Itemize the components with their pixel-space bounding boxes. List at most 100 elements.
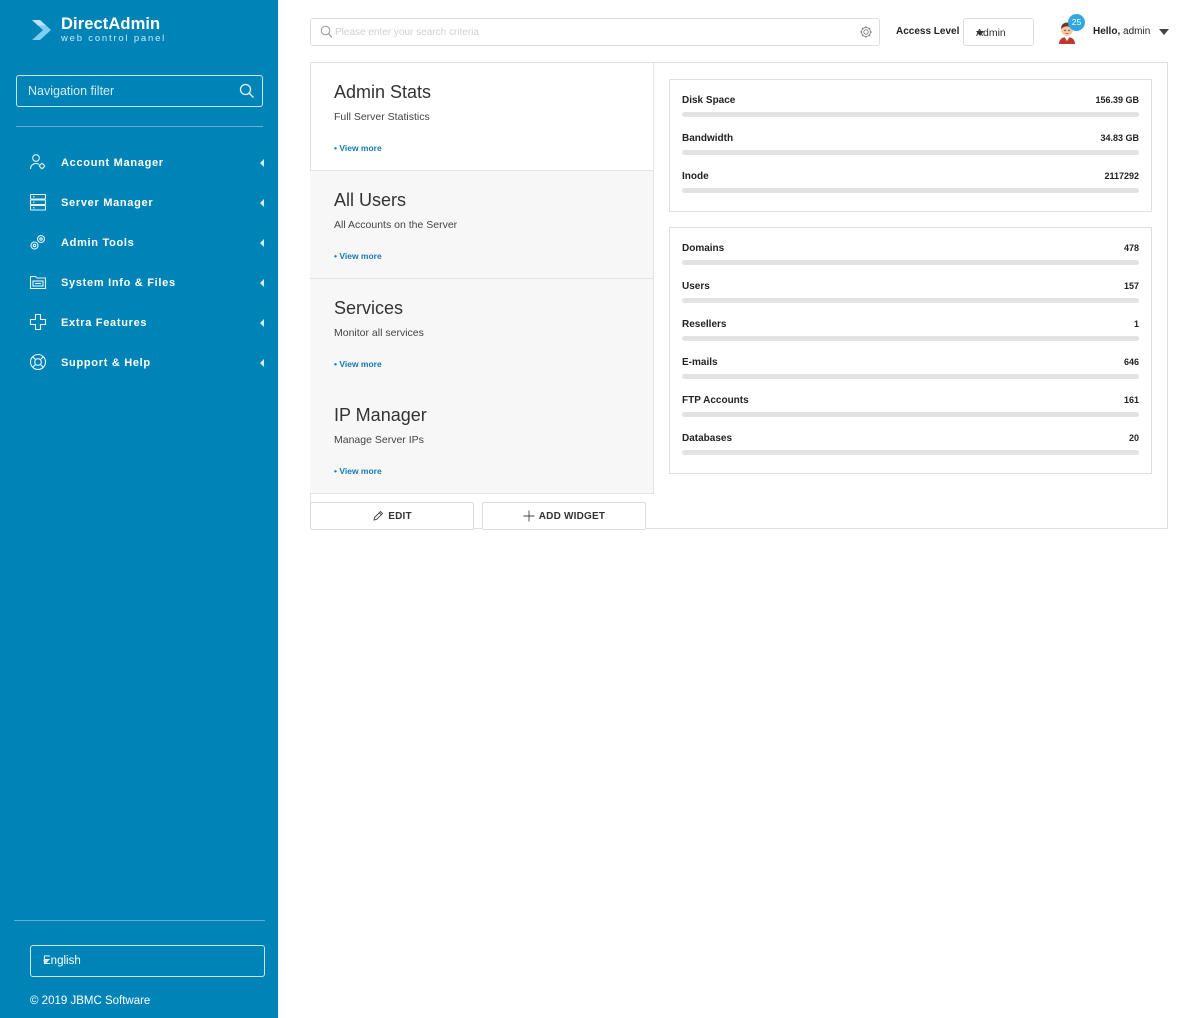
add-widget-label: ADD WIDGET (538, 510, 606, 522)
stat-bar (682, 188, 1139, 193)
user-greeting[interactable]: Hello, admin (1093, 26, 1150, 37)
search-input[interactable] (335, 19, 845, 45)
stat-name: Users (682, 281, 710, 292)
language-select[interactable]: English (30, 945, 265, 977)
logo[interactable]: DirectAdmin web control panel (30, 14, 230, 48)
widget-ip-manager[interactable]: IP Manager Manage Server IPs • View more (310, 386, 654, 494)
admin-tools-icon (30, 234, 46, 250)
stat-name: Disk Space (682, 95, 736, 106)
widget-description: Full Server Statistics (334, 111, 430, 123)
greeting-text: Hello, (1093, 26, 1121, 37)
view-more-link[interactable]: • View more (334, 251, 382, 261)
widget-admin-stats[interactable]: Admin Stats Full Server Statistics • Vie… (310, 63, 654, 171)
count-stats-box: Domains 478 Users 157 Resellers 1 E-mail… (669, 227, 1152, 474)
sidebar-item-label: Support & Help (61, 357, 151, 369)
stat-bar (682, 450, 1139, 455)
widget-all-users[interactable]: All Users All Accounts on the Server • V… (310, 171, 654, 279)
chevron-left-icon (260, 359, 264, 367)
edit-label: EDIT (388, 510, 412, 522)
stat-value: 1 (1133, 319, 1139, 329)
sidebar-item-label: Admin Tools (61, 237, 135, 249)
sidebar-divider (14, 920, 265, 921)
stat-bar (682, 412, 1139, 417)
edit-button[interactable]: EDIT (310, 502, 474, 530)
stat-name: Domains (682, 243, 725, 254)
usage-stats-box: Disk Space 156.39 GB Bandwidth 34.83 GB … (669, 79, 1152, 212)
chevron-left-icon (260, 199, 264, 207)
stat-name: FTP Accounts (682, 395, 749, 406)
sidebar-divider (16, 126, 263, 127)
account-manager-icon (29, 154, 46, 170)
widget-services[interactable]: Services Monitor all services • View mor… (310, 279, 654, 387)
sidebar-item-extra-features[interactable]: Extra Features (0, 303, 278, 343)
gear-icon[interactable] (859, 25, 873, 39)
widget-title: IP Manager (334, 405, 427, 425)
sidebar-item-label: Server Manager (61, 197, 154, 209)
stat-value: 20 (1128, 433, 1139, 443)
widget-title: Services (334, 298, 404, 318)
stat-value: 2117292 (1104, 171, 1139, 181)
stat-value: 161 (1123, 395, 1139, 405)
stat-name: Inode (682, 171, 709, 182)
add-widget-button[interactable]: ADD WIDGET (482, 502, 646, 530)
stat-bar (682, 260, 1139, 265)
server-manager-icon (29, 193, 47, 211)
stat-bar (682, 374, 1139, 379)
stat-value: 157 (1123, 281, 1139, 291)
view-more-link[interactable]: • View more (334, 466, 382, 476)
stat-value: 478 (1123, 243, 1139, 253)
stat-name: E-mails (682, 357, 718, 368)
sidebar-item-admin-tools[interactable]: Admin Tools (0, 223, 278, 263)
search-icon[interactable] (239, 83, 255, 99)
sidebar-item-label: Extra Features (61, 317, 148, 329)
chevron-down-icon (43, 960, 49, 964)
access-level-select[interactable]: Admin (963, 18, 1034, 46)
brand-title: DirectAdmin (61, 15, 161, 33)
sidebar: DirectAdmin web control panel Account Ma… (0, 0, 278, 1018)
view-more-link[interactable]: • View more (334, 359, 382, 369)
sidebar-nav: Account Manager Server Manager Admin Too… (0, 143, 278, 383)
sidebar-item-label: System Info & Files (61, 277, 176, 289)
access-level-label: Access Level (896, 26, 960, 37)
widget-title: All Users (334, 190, 407, 210)
sidebar-item-support-help[interactable]: Support & Help (0, 343, 278, 383)
stat-value: 156.39 GB (1095, 95, 1139, 105)
directadmin-logo-icon (32, 20, 51, 40)
sidebar-item-account-manager[interactable]: Account Manager (0, 143, 278, 183)
support-help-icon (29, 353, 47, 371)
username: admin (1123, 26, 1151, 37)
view-more-link[interactable]: • View more (334, 143, 382, 153)
global-search[interactable] (310, 18, 880, 46)
stat-name: Databases (682, 433, 733, 444)
stat-name: Resellers (682, 319, 727, 330)
stat-bar (682, 112, 1139, 117)
stat-bar (682, 150, 1139, 155)
widget-title: Admin Stats (334, 82, 432, 102)
navigation-filter-input[interactable] (17, 76, 227, 106)
sidebar-item-system-info[interactable]: System Info & Files (0, 263, 278, 303)
chevron-left-icon (260, 239, 264, 247)
stat-value: 34.83 GB (1100, 133, 1139, 143)
notification-badge[interactable]: 25 (1068, 14, 1085, 31)
pencil-icon (373, 510, 384, 521)
widget-description: All Accounts on the Server (334, 219, 458, 231)
chevron-down-icon (976, 31, 984, 36)
chevron-down-icon[interactable] (1159, 29, 1169, 35)
brand-subtitle: web control panel (61, 33, 167, 44)
extra-features-icon (29, 313, 47, 331)
search-icon (320, 25, 333, 38)
chevron-left-icon (260, 159, 264, 167)
stat-bar (682, 298, 1139, 303)
stat-value: 646 (1123, 357, 1139, 367)
sidebar-item-server-manager[interactable]: Server Manager (0, 183, 278, 223)
copyright: © 2019 JBMC Software (30, 995, 151, 1007)
widget-description: Manage Server IPs (334, 434, 424, 446)
stat-name: Bandwidth (682, 133, 734, 144)
sidebar-item-label: Account Manager (61, 157, 164, 169)
stat-bar (682, 336, 1139, 341)
plus-icon (523, 510, 535, 522)
widget-description: Monitor all services (334, 327, 424, 339)
chevron-left-icon (260, 319, 264, 327)
chevron-left-icon (260, 279, 264, 287)
navigation-filter[interactable] (16, 75, 263, 107)
